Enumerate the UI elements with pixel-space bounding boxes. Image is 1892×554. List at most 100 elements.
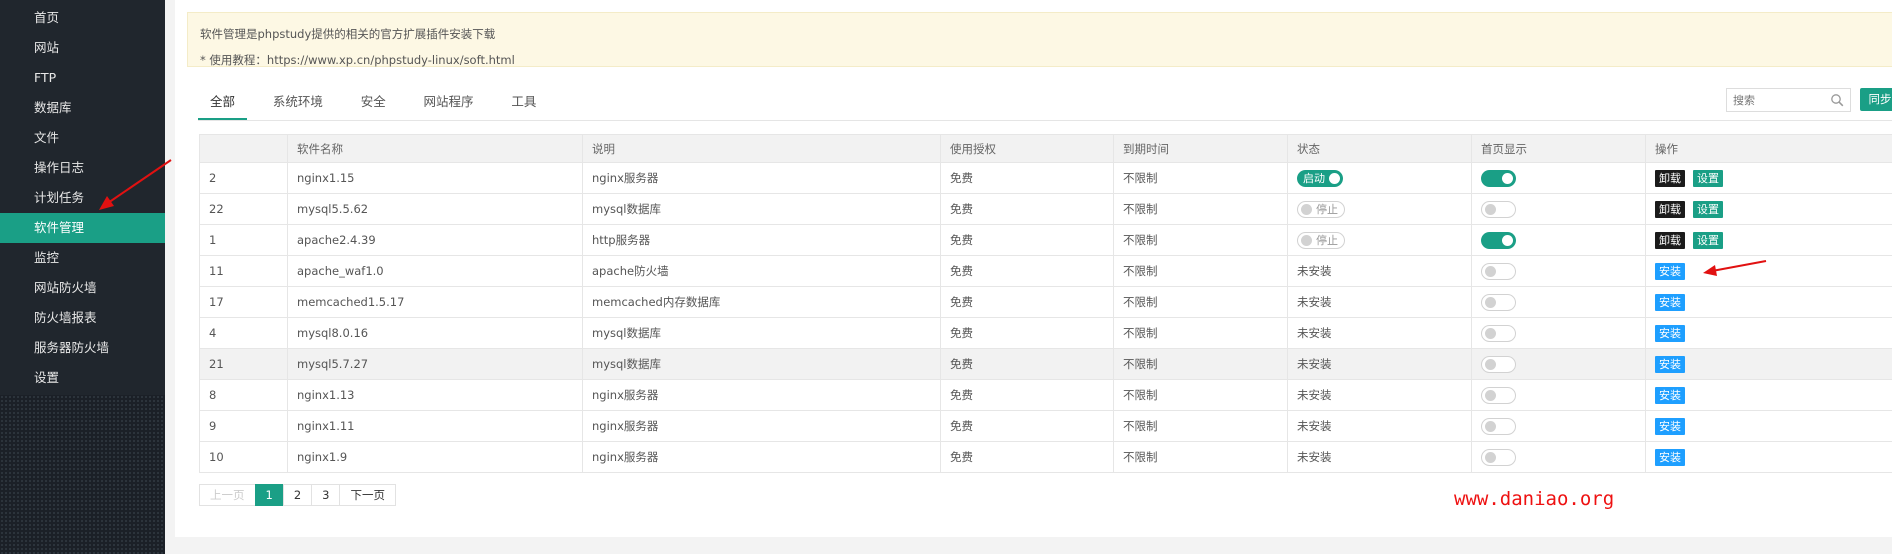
install-button[interactable]: 安装 xyxy=(1655,293,1685,311)
cell-name: nginx1.15 xyxy=(287,162,583,194)
switch-knob xyxy=(1485,265,1496,277)
cell-name: nginx1.11 xyxy=(287,410,583,442)
column-header-desc: 说明 xyxy=(582,134,941,163)
cell-desc: apache防火墙 xyxy=(582,255,941,287)
sync-button[interactable]: 同步 xyxy=(1860,88,1892,111)
notice-line-1: 软件管理是phpstudy提供的相关的官方扩展插件安装下载 xyxy=(200,27,496,41)
cell-status: 启动 xyxy=(1287,162,1472,194)
cell-id: 11 xyxy=(199,255,288,287)
home-display-switch[interactable] xyxy=(1481,355,1516,373)
sidebar-item-database[interactable]: 数据库 xyxy=(0,93,165,123)
cell-desc: nginx服务器 xyxy=(582,162,941,194)
sidebar-item-website[interactable]: 网站 xyxy=(0,33,165,63)
toggle-knob xyxy=(1301,234,1312,246)
sidebar-item-waf-report[interactable]: 防火墙报表 xyxy=(0,303,165,333)
cell-home-display xyxy=(1471,379,1646,411)
install-button[interactable]: 安装 xyxy=(1655,262,1685,280)
page-3-button[interactable]: 3 xyxy=(311,484,341,506)
home-display-switch[interactable] xyxy=(1481,293,1516,311)
settings-button[interactable]: 设置 xyxy=(1693,231,1723,249)
install-button[interactable]: 安装 xyxy=(1655,417,1685,435)
toggle-knob xyxy=(1301,203,1312,215)
home-display-switch[interactable] xyxy=(1481,324,1516,342)
annotation-arrow-install xyxy=(1703,260,1767,276)
toggle-knob xyxy=(1329,172,1340,184)
tab-tools[interactable]: 工具 xyxy=(499,88,548,120)
tab-all[interactable]: 全部 xyxy=(198,88,248,120)
settings-button[interactable]: 设置 xyxy=(1693,169,1723,187)
home-display-switch[interactable] xyxy=(1481,417,1516,435)
software-table: 软件名称 说明 使用授权 到期时间 状态 首页显示 操作 2 nginx1.15 n… xyxy=(199,134,1892,473)
sidebar-item-ftp[interactable]: FTP xyxy=(0,63,165,93)
install-button[interactable]: 安装 xyxy=(1655,324,1685,342)
status-toggle[interactable]: 停止 xyxy=(1297,231,1345,249)
page-1-button[interactable]: 1 xyxy=(254,484,284,506)
sidebar-item-home[interactable]: 首页 xyxy=(0,3,165,33)
sidebar-item-files[interactable]: 文件 xyxy=(0,123,165,153)
table-header: 软件名称 说明 使用授权 到期时间 状态 首页显示 操作 xyxy=(199,134,1892,163)
cell-license: 免费 xyxy=(940,162,1114,194)
home-display-switch[interactable] xyxy=(1481,169,1516,187)
cell-actions: 卸载 设置 xyxy=(1645,193,1892,225)
cell-desc: mysql数据库 xyxy=(582,348,941,380)
sidebar-item-server-firewall[interactable]: 服务器防火墙 xyxy=(0,333,165,363)
cell-home-display xyxy=(1471,286,1646,318)
page-2-button[interactable]: 2 xyxy=(282,484,313,506)
uninstall-button[interactable]: 卸载 xyxy=(1655,231,1685,249)
table-row: 2 nginx1.15 nginx服务器 免费 不限制 启动 卸载 设置 xyxy=(199,162,1892,194)
tabs-divider xyxy=(198,120,1892,121)
status-toggle[interactable]: 启动 xyxy=(1297,169,1343,187)
home-display-switch[interactable] xyxy=(1481,262,1516,280)
cell-actions: 卸载 设置 xyxy=(1645,162,1892,194)
table-row: 4 mysql8.0.16 mysql数据库 免费 不限制 未安装 安装 xyxy=(199,317,1892,349)
sidebar-item-waf[interactable]: 网站防火墙 xyxy=(0,273,165,303)
home-display-switch[interactable] xyxy=(1481,448,1516,466)
cell-id: 9 xyxy=(199,410,288,442)
home-display-switch[interactable] xyxy=(1481,231,1516,249)
cell-license: 免费 xyxy=(940,317,1114,349)
status-label: 停止 xyxy=(1316,203,1338,216)
cell-name: mysql8.0.16 xyxy=(287,317,583,349)
main-panel: 软件管理是phpstudy提供的相关的官方扩展插件安装下载 * 使用教程：htt… xyxy=(175,0,1892,537)
cell-actions: 安装 xyxy=(1645,317,1892,349)
cell-license: 免费 xyxy=(940,224,1114,256)
tab-web-apps[interactable]: 网站程序 xyxy=(412,88,486,120)
cell-license: 免费 xyxy=(940,410,1114,442)
sidebar-item-settings[interactable]: 设置 xyxy=(0,363,165,393)
cell-status: 未安装 xyxy=(1287,317,1472,349)
switch-knob xyxy=(1485,389,1496,401)
prev-page-button[interactable]: 上一页 xyxy=(199,484,256,506)
cell-name: apache_waf1.0 xyxy=(287,255,583,287)
column-header-name: 软件名称 xyxy=(287,134,583,163)
sidebar-item-software[interactable]: 软件管理 xyxy=(0,213,165,243)
status-toggle[interactable]: 停止 xyxy=(1297,200,1345,218)
install-button[interactable]: 安装 xyxy=(1655,355,1685,373)
cell-license: 免费 xyxy=(940,441,1114,473)
uninstall-button[interactable]: 卸载 xyxy=(1655,200,1685,218)
notice-line-2: * 使用教程：https://www.xp.cn/phpstudy-linux/… xyxy=(200,53,515,67)
cell-actions: 安装 xyxy=(1645,379,1892,411)
table-row: 11 apache_waf1.0 apache防火墙 免费 不限制 未安装 安装 xyxy=(199,255,1892,287)
home-display-switch[interactable] xyxy=(1481,386,1516,404)
annotation-arrow-sidebar xyxy=(99,159,172,210)
cell-desc: mysql数据库 xyxy=(582,317,941,349)
cell-expire: 不限制 xyxy=(1113,286,1288,318)
cell-home-display xyxy=(1471,317,1646,349)
tab-security[interactable]: 安全 xyxy=(349,88,398,120)
next-page-button[interactable]: 下一页 xyxy=(339,484,396,506)
column-header-actions: 操作 xyxy=(1645,134,1892,163)
switch-knob xyxy=(1485,327,1496,339)
cell-actions: 安装 xyxy=(1645,348,1892,380)
settings-button[interactable]: 设置 xyxy=(1693,200,1723,218)
uninstall-button[interactable]: 卸载 xyxy=(1655,169,1685,187)
tab-system-env[interactable]: 系统环境 xyxy=(261,88,335,120)
search-icon[interactable] xyxy=(1830,93,1844,107)
install-button[interactable]: 安装 xyxy=(1655,386,1685,404)
cell-desc: nginx服务器 xyxy=(582,441,941,473)
sidebar-item-monitor[interactable]: 监控 xyxy=(0,243,165,273)
cell-license: 免费 xyxy=(940,379,1114,411)
install-button[interactable]: 安装 xyxy=(1655,448,1685,466)
cell-actions: 安装 xyxy=(1645,410,1892,442)
home-display-switch[interactable] xyxy=(1481,200,1516,218)
search-input[interactable] xyxy=(1727,89,1823,111)
